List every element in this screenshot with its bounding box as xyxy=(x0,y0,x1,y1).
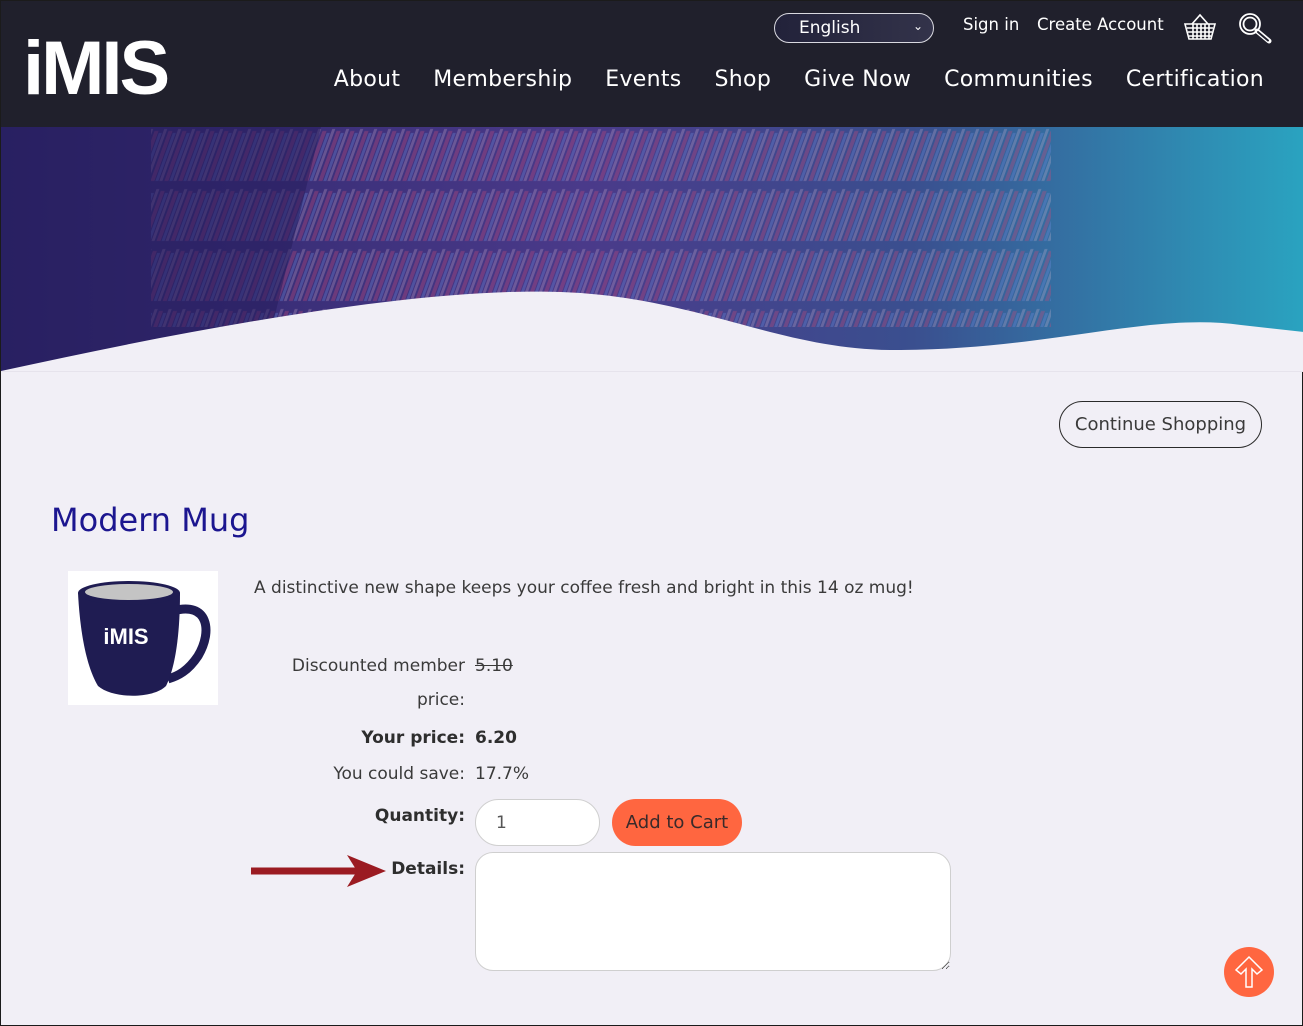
nav-give-now[interactable]: Give Now xyxy=(804,67,911,92)
your-price-value: 6.20 xyxy=(475,728,517,748)
discount-label-line2: price: xyxy=(416,690,465,710)
product-title: Modern Mug xyxy=(51,501,250,539)
quantity-label: Quantity: xyxy=(374,806,465,826)
save-value: 17.7% xyxy=(475,764,530,784)
mug-logo-text: iMIS xyxy=(103,624,148,649)
continue-shopping-button[interactable]: Continue Shopping xyxy=(1059,401,1262,448)
chevron-down-icon: ⌄ xyxy=(912,19,923,33)
create-account-link[interactable]: Create Account xyxy=(1037,15,1164,34)
details-textarea[interactable] xyxy=(475,852,951,971)
product-description: A distinctive new shape keeps your coffe… xyxy=(254,578,914,598)
sign-in-link[interactable]: Sign in xyxy=(963,15,1019,34)
discount-label-line1: Discounted member xyxy=(291,656,465,676)
site-header: iMIS English ⌄ Sign in Create Account Ab… xyxy=(1,1,1303,127)
language-selected: English xyxy=(799,18,861,38)
product-image: iMIS xyxy=(68,571,218,705)
nav-about[interactable]: About xyxy=(334,67,401,92)
nav-shop[interactable]: Shop xyxy=(715,67,772,92)
hero-divider xyxy=(1,371,1303,372)
nav-certification[interactable]: Certification xyxy=(1126,67,1264,92)
add-to-cart-button[interactable]: Add to Cart xyxy=(612,799,742,846)
imis-logo[interactable]: iMIS xyxy=(23,31,170,107)
discount-price-value: 5.10 xyxy=(475,656,513,676)
nav-events[interactable]: Events xyxy=(605,67,681,92)
quantity-input[interactable] xyxy=(475,799,600,846)
basket-icon[interactable] xyxy=(1183,13,1217,45)
hero-banner-image xyxy=(1,127,1303,372)
your-price-label: Your price: xyxy=(361,728,465,748)
nav-communities[interactable]: Communities xyxy=(944,67,1093,92)
scroll-to-top-button[interactable] xyxy=(1224,947,1274,997)
arrow-up-icon xyxy=(1234,955,1264,988)
language-select[interactable]: English ⌄ xyxy=(774,13,934,43)
main-nav: About Membership Events Shop Give Now Co… xyxy=(334,67,1264,92)
nav-membership[interactable]: Membership xyxy=(433,67,572,92)
magnifier-icon[interactable] xyxy=(1237,11,1273,49)
annotation-arrow-icon xyxy=(251,853,387,893)
save-label: You could save: xyxy=(333,764,465,784)
discount-label: Discounted member price: xyxy=(275,656,465,710)
